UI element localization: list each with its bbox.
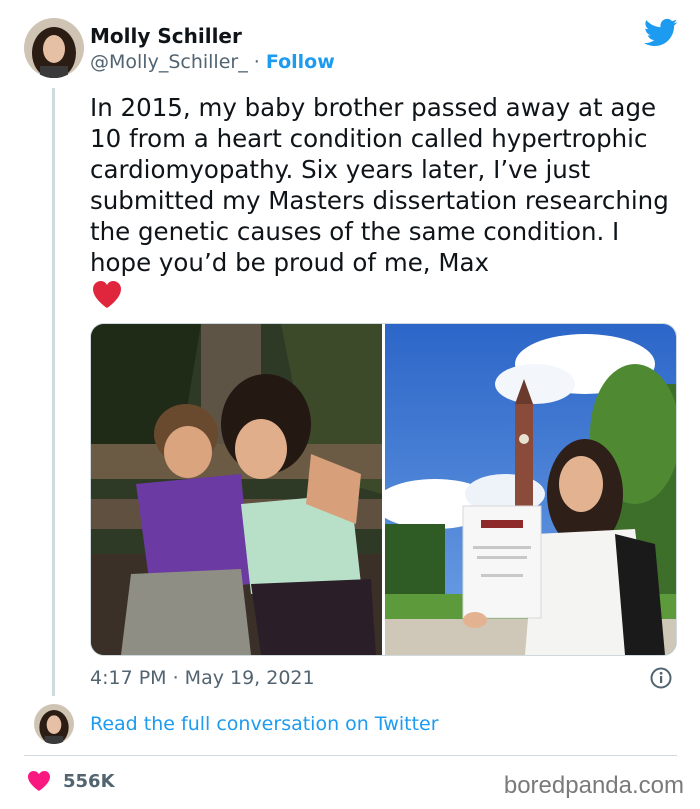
separator: ·	[253, 51, 260, 73]
twitter-bird-icon[interactable]	[644, 18, 678, 48]
divider	[24, 755, 677, 756]
info-icon[interactable]	[650, 667, 672, 689]
tweet-timestamp[interactable]: 4:17 PM · May 19, 2021	[90, 667, 315, 689]
thread-connector-line	[52, 88, 55, 696]
media-grid[interactable]	[90, 323, 677, 656]
tweet-text: In 2015, my baby brother passed away at …	[90, 93, 669, 277]
photo-siblings-hug[interactable]	[91, 324, 382, 655]
author-handle-row: @Molly_Schiller_ · Follow	[90, 51, 335, 73]
follow-button[interactable]: Follow	[266, 51, 335, 73]
heart-icon[interactable]	[27, 770, 51, 792]
source-watermark: boredpanda.com	[503, 772, 684, 799]
photo-graduate-with-dissertation[interactable]	[375, 324, 676, 655]
author-avatar[interactable]	[24, 18, 84, 78]
author-avatar-small	[34, 704, 74, 744]
like-count[interactable]: 556K	[63, 771, 115, 792]
author-handle[interactable]: @Molly_Schiller_	[90, 51, 248, 73]
read-full-conversation-link[interactable]: Read the full conversation on Twitter	[90, 713, 439, 735]
author-name[interactable]: Molly Schiller	[90, 24, 242, 48]
red-heart-emoji-icon	[91, 280, 123, 309]
